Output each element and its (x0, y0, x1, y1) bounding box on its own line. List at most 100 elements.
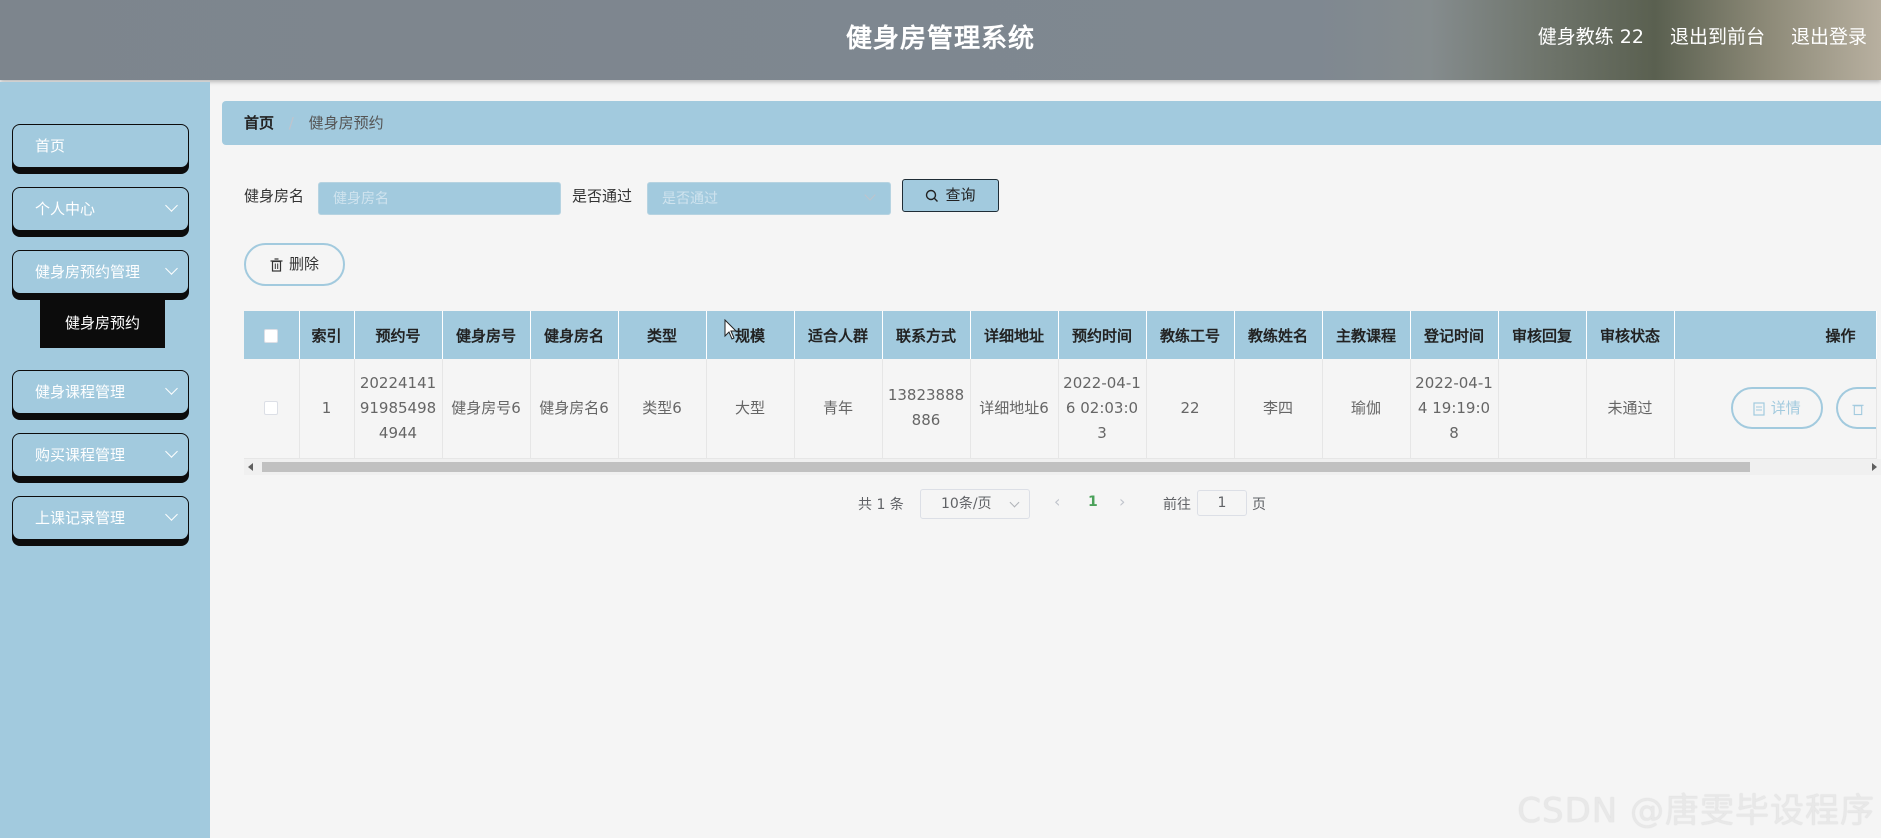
table-header-row: 索引 预约号 健身房号 健身房名 类型 规模 适合人群 联系方式 详细地址 预约… (244, 311, 1877, 359)
detail-button-label: 详情 (1770, 399, 1801, 418)
column-header: 健身房号 (442, 311, 531, 359)
data-table: 索引 预约号 健身房号 健身房名 类型 规模 适合人群 联系方式 详细地址 预约… (244, 311, 1877, 459)
page-size-value: 10条/页 (941, 496, 992, 512)
column-header: 类型 (618, 311, 707, 359)
chevron-down-icon (165, 262, 178, 275)
cell-book-time: 2022-04-16 02:03:03 (1058, 359, 1147, 459)
cell-coach-no: 22 (1146, 359, 1235, 459)
goto-page-input[interactable]: 1 (1197, 490, 1247, 516)
delete-button[interactable]: 删除 (244, 243, 345, 286)
column-header: 规模 (706, 311, 795, 359)
page-number-current[interactable]: 1 (1088, 494, 1098, 510)
cell-reg-time: 2022-04-14 19:19:08 (1410, 359, 1499, 459)
sidebar-item-label: 健身房预约管理 (35, 263, 141, 281)
breadcrumb-home[interactable]: 首页 (244, 114, 274, 132)
column-header: 联系方式 (882, 311, 971, 359)
cell-actions: 详情 (1674, 359, 1877, 459)
sidebar-subitem-gym-booking[interactable]: 健身房预约 (40, 298, 165, 348)
search-icon (926, 189, 939, 202)
sidebar-item-home[interactable]: 首页 (12, 124, 189, 168)
column-header: 审核回复 (1498, 311, 1587, 359)
sidebar-item-purchases[interactable]: 购买课程管理 (12, 433, 189, 477)
sidebar-item-label: 个人中心 (35, 200, 96, 218)
pass-status-select[interactable] (647, 182, 891, 215)
row-select-cell[interactable] (244, 359, 300, 459)
delete-button-label: 删除 (288, 255, 319, 273)
cell-index: 1 (299, 359, 355, 459)
scroll-right-arrow-icon[interactable] (1872, 463, 1877, 471)
document-icon (1753, 402, 1765, 416)
column-header: 教练工号 (1146, 311, 1235, 359)
top-header: 健身房管理系统 健身教练 22 退出到前台 退出登录 (0, 0, 1881, 80)
table-row: 1 20224141919854984944 健身房号6 健身房名6 类型6 大… (244, 359, 1877, 459)
column-header: 健身房名 (530, 311, 619, 359)
gym-name-label: 健身房名 (244, 187, 305, 205)
trash-icon (1851, 404, 1864, 415)
query-button-label: 查询 (945, 186, 976, 204)
column-header: 审核状态 (1586, 311, 1675, 359)
sidebar-item-label: 首页 (35, 137, 66, 155)
user-area: 健身教练 22 退出到前台 退出登录 (1538, 22, 1867, 49)
sidebar-item-profile[interactable]: 个人中心 (12, 187, 189, 231)
page-size-select[interactable]: 10条/页 (920, 489, 1030, 519)
scrollbar-thumb[interactable] (262, 462, 1750, 472)
detail-button[interactable]: 详情 (1730, 387, 1823, 430)
chevron-down-icon (165, 199, 178, 212)
user-name[interactable]: 健身教练 22 (1538, 22, 1644, 49)
cell-order-no: 20224141919854984944 (354, 359, 443, 459)
cell-status: 未通过 (1586, 359, 1675, 459)
goto-label: 前往 (1163, 497, 1191, 513)
pass-status-label: 是否通过 (572, 187, 633, 205)
sidebar-item-label: 购买课程管理 (35, 446, 126, 464)
column-header: 详细地址 (970, 311, 1059, 359)
breadcrumb-current: 健身房预约 (308, 114, 384, 132)
column-header: 适合人群 (794, 311, 883, 359)
sidebar: 首页 个人中心 健身房预约管理 健身房预约 健身课程管理 购买课程管理 上课记录… (0, 82, 210, 838)
watermark: CSDN @唐雯毕设程序 (1517, 791, 1875, 831)
gym-name-input[interactable] (318, 182, 561, 215)
select-all-checkbox[interactable] (264, 328, 279, 343)
cell-audience: 青年 (794, 359, 883, 459)
mouse-cursor-icon (724, 319, 738, 340)
column-header: 登记时间 (1410, 311, 1499, 359)
chevron-down-icon (1009, 497, 1020, 508)
trash-icon (270, 257, 283, 272)
column-header: 索引 (299, 311, 355, 359)
column-header: 主教课程 (1322, 311, 1411, 359)
chevron-down-icon (165, 382, 178, 395)
query-button[interactable]: 查询 (902, 179, 999, 212)
sidebar-item-label: 上课记录管理 (35, 509, 126, 527)
select-all-cell[interactable] (244, 311, 300, 359)
pagination-total: 共 1 条 (858, 497, 904, 513)
column-header: 预约号 (354, 311, 443, 359)
cell-contact: 13823888886 (882, 359, 971, 459)
cell-gym-no: 健身房号6 (442, 359, 531, 459)
sidebar-item-gym-booking[interactable]: 健身房预约管理 (12, 250, 189, 294)
column-header: 预约时间 (1058, 311, 1147, 359)
breadcrumb: 首页 / 健身房预约 (222, 101, 1881, 145)
cell-type: 类型6 (618, 359, 707, 459)
page-suffix-label: 页 (1252, 497, 1266, 513)
sidebar-item-label: 健身课程管理 (35, 383, 126, 401)
cell-coach-name: 李四 (1234, 359, 1323, 459)
cell-course: 瑜伽 (1322, 359, 1411, 459)
back-to-front-link[interactable]: 退出到前台 (1670, 22, 1765, 49)
chevron-down-icon (165, 445, 178, 458)
cell-address: 详细地址6 (970, 359, 1059, 459)
sidebar-item-courses[interactable]: 健身课程管理 (12, 370, 189, 414)
row-checkbox[interactable] (264, 401, 279, 416)
cell-scale: 大型 (706, 359, 795, 459)
cell-gym-name: 健身房名6 (530, 359, 619, 459)
column-header: 操作 (1674, 311, 1877, 359)
prev-page-icon[interactable]: ‹ (1054, 492, 1060, 511)
column-header: 教练姓名 (1234, 311, 1323, 359)
row-delete-button[interactable] (1835, 387, 1875, 430)
scroll-left-arrow-icon[interactable] (248, 463, 253, 471)
sidebar-item-attendance[interactable]: 上课记录管理 (12, 496, 189, 540)
chevron-down-icon (165, 508, 178, 521)
logout-link[interactable]: 退出登录 (1791, 22, 1867, 49)
next-page-icon[interactable]: › (1119, 492, 1125, 511)
cell-reply (1498, 359, 1587, 459)
table-horizontal-scrollbar[interactable] (244, 459, 1881, 475)
breadcrumb-separator: / (288, 114, 294, 132)
